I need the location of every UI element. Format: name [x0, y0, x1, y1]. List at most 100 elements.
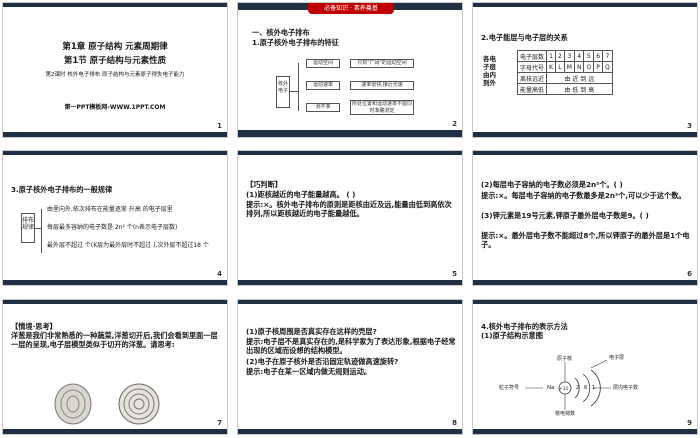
cell: P — [593, 61, 604, 73]
answer: 提示:电子层不是真实存在的,是科学家为了表达形象,根据电子经常出现的区域而设想的… — [246, 337, 456, 355]
tag-label: 【巧判断】 — [246, 180, 282, 189]
label-particle-symbol: 粒子符号 — [499, 385, 520, 391]
question: (1)原子核周围是否真实存在这样的壳层? — [246, 327, 377, 336]
slide-top-strip — [473, 300, 697, 304]
slide-bottom-strip — [238, 429, 462, 434]
answer: 提示:×。核外电子排布的原则是距核由近及远,能量由低到高依次排列,所以距核越近的… — [246, 200, 452, 218]
side-box: 排布规律 — [21, 213, 35, 243]
side-label: 各电子层由内到外 — [483, 55, 496, 87]
nuclear-charge: +11 — [559, 387, 569, 392]
subheading: (1)原子结构示意图 — [481, 331, 543, 340]
slide-number: 5 — [452, 270, 457, 278]
label-electron-count: 层内电子数 — [613, 385, 639, 391]
cell: M — [563, 61, 575, 73]
slide-bottom-bar — [238, 130, 462, 137]
label-nuclear-charge: 核电荷数 — [555, 411, 576, 417]
connector — [290, 91, 298, 92]
slide-top-strip — [3, 3, 227, 7]
table-row: 字母代号 K L M N O P Q — [516, 61, 613, 73]
row-head: 字母代号 — [516, 61, 548, 73]
tag-label: 【情境·思考】 — [11, 322, 57, 331]
cell: N — [573, 61, 585, 73]
slide-number: 7 — [217, 419, 222, 427]
cell: 5 — [583, 50, 595, 62]
slide-bottom-strip — [473, 429, 697, 434]
answer: 提示:电子在某一区域内做无规则运动。 — [246, 367, 372, 376]
section-banner: 必备知识 · 素养奠基 — [308, 3, 394, 14]
question: (2)每层电子容纳的电子数必须是2n²个。( ) — [481, 180, 623, 189]
connector — [298, 63, 299, 111]
label-nucleus: 原子核 — [557, 356, 573, 362]
body-text: 洋葱是我们非常熟悉的一种蔬菜,洋葱切开后,我们会看到里面一层一层的呈现,电子层模… — [11, 331, 218, 349]
slide-bottom-strip — [473, 280, 697, 285]
question: (3)钾元素是19号元素,钾原子最外层电子数是9。( ) — [481, 211, 649, 220]
level-table: 电子层数 1 2 3 4 5 6 7 字母代号 K L M N O P Q 离核… — [516, 50, 613, 95]
cell: L — [554, 61, 565, 73]
cell: 3 — [563, 50, 575, 62]
branch-box: 测不准 — [306, 103, 340, 112]
lesson-title: 第2课时 核外电子排布 原子结构与元素原子得失电子能力 — [45, 72, 185, 78]
slide-bottom-strip — [3, 132, 227, 137]
result-box: 所处位置和运动速率不能同时准确测定 — [350, 100, 414, 115]
slide-thumbnail-9[interactable]: 4.核外电子排布的表示方法 (1)原子结构示意图 原子核 电子层 层内电子数 粒… — [472, 299, 698, 435]
chapter-title: 第1章 原子结构 元素周期律 — [62, 42, 168, 52]
slide-number: 1 — [217, 122, 222, 130]
slide-number: 8 — [452, 419, 457, 427]
result-box: 只有"广阔"的运动空间 — [350, 59, 414, 68]
question: (1)距核越近的电子能量越高。 ( ) — [246, 190, 356, 199]
span-cell: 由 低 到 高 — [546, 83, 613, 95]
cell: Q — [602, 61, 613, 73]
slide-thumbnail-5[interactable]: 【巧判断】 (1)距核越近的电子能量越高。 ( ) 提示:×。核外电子排布的原则… — [237, 150, 463, 286]
answer: 提示:×。每层电子容纳的电子数最多是2n²个,可以少于这个数。 — [481, 191, 686, 200]
answer: 提示:×。最外层电子数不能超过8个,所以钾原子的最外层是1个电子。 — [481, 231, 690, 249]
slide-thumbnail-1[interactable]: 第1章 原子结构 元素周期律 第1节 原子结构与元素性质 第2课时 核外电子排布… — [2, 2, 228, 138]
slide-number: 9 — [687, 419, 692, 427]
slide-number: 4 — [217, 270, 222, 278]
cell: 2 — [554, 50, 565, 62]
slide-bottom-strip — [3, 429, 227, 434]
slide-top-strip — [473, 151, 697, 155]
slide-thumbnail-2[interactable]: 必备知识 · 素养奠基 一、核外电子排布 1.原子核外电子排布的特征 核外电子 … — [237, 2, 463, 138]
heading: 3.原子核外电子排布的一般规律 — [11, 185, 113, 194]
slide-number: 3 — [687, 122, 692, 130]
cell: K — [546, 61, 556, 73]
row-head: 离核远近 — [516, 72, 548, 84]
table-row: 能量高低 由 低 到 高 — [516, 83, 613, 95]
branch-box: 运动空间 — [306, 59, 340, 68]
label-layer: 电子层 — [609, 355, 625, 361]
row-head: 能量高低 — [516, 83, 548, 95]
slide-number: 6 — [687, 270, 692, 278]
connector — [41, 209, 42, 253]
row-head: 电子层数 — [516, 50, 548, 62]
question: (2)电子在原子核外是否沿固定轨迹做高速旋转? — [246, 357, 399, 366]
branch-box: 运动速率 — [306, 81, 340, 90]
slide-thumbnail-7[interactable]: 【情境·思考】 洋葱是我们非常熟悉的一种蔬菜,洋葱切开后,我们会看到里面一层一层… — [2, 299, 228, 435]
slide-bottom-strip — [238, 280, 462, 285]
cell: 4 — [573, 50, 585, 62]
cell: 6 — [593, 50, 604, 62]
slide-top-strip — [238, 300, 462, 304]
slide-thumbnail-6[interactable]: (2)每层电子容纳的电子数必须是2n²个。( ) 提示:×。每层电子容纳的电子数… — [472, 150, 698, 286]
heading: 4.核外电子排布的表示方法 — [481, 322, 568, 331]
electron-count: 2 — [576, 385, 580, 391]
subheading: 1.原子核外电子排布的特征 — [252, 38, 339, 47]
rule-text: 最外层不超过 个(K层为最外层时不超过 ),次外层不超过18 个 — [47, 242, 209, 249]
footer-text: 第一PPT模板网-WWW.1PPT.COM — [64, 104, 166, 111]
rule-text: 由里向外,依次排布在能量逐渐 升高 的电子层里 — [47, 206, 173, 213]
electron-count: 1 — [592, 385, 596, 391]
slide-thumbnail-3[interactable]: 2.电子能层与电子层的关系 各电子层由内到外 电子层数 1 2 3 4 5 6 … — [472, 2, 698, 138]
slide-bottom-strip — [473, 132, 697, 137]
slide-bottom-strip — [3, 280, 227, 285]
result-box: 速率很快,接近光速 — [350, 81, 414, 90]
slide-top-strip — [473, 3, 697, 7]
rule-text: 每层最多容纳的电子数是 2n² 个(n表示电子层数) — [47, 224, 178, 231]
slide-thumbnail-8[interactable]: (1)原子核周围是否真实存在这样的壳层? 提示:电子层不是真实存在的,是科学家为… — [237, 299, 463, 435]
left-box: 核外电子 — [276, 76, 290, 108]
cell: O — [583, 61, 595, 73]
cell: 7 — [602, 50, 613, 62]
slide-thumbnail-4[interactable]: 3.原子核外电子排布的一般规律 排布规律 由里向外,依次排布在能量逐渐 升高 的… — [2, 150, 228, 286]
slide-top-strip — [3, 151, 227, 155]
slide-number: 2 — [452, 120, 457, 128]
slide-top-strip — [3, 300, 227, 304]
cell: 1 — [546, 50, 556, 62]
